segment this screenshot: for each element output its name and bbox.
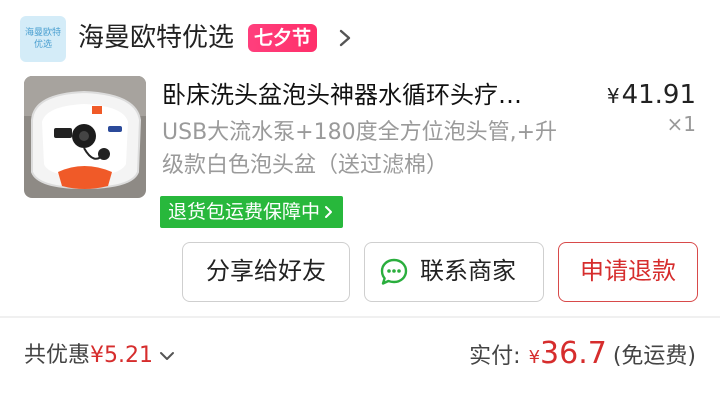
actual-amount: 36.7	[540, 336, 607, 371]
price-currency: ¥	[606, 84, 620, 108]
product-title[interactable]: 卧床洗头盆泡头神器水循环头疗…	[162, 78, 582, 112]
shop-name[interactable]: 海曼欧特优选	[78, 20, 234, 56]
chevron-right-icon	[325, 206, 333, 218]
discount-summary[interactable]: 共优惠¥5.21	[24, 338, 175, 374]
actual-label: 实付:	[469, 344, 521, 369]
product-quantity: ×1	[666, 112, 696, 136]
discount-amount: ¥5.21	[90, 343, 153, 368]
shipping-guarantee-badge[interactable]: 退货包运费保障中	[160, 196, 344, 228]
shipping-note: (免运费)	[612, 344, 696, 369]
actual-currency: ¥	[528, 347, 541, 368]
guarantee-label: 退货包运费保障中	[168, 201, 321, 223]
product-spec: USB大流水泵+180度全方位泡头管,+升级款白色泡头盆（送过滤棉）	[162, 120, 558, 178]
product-price: ¥41.91	[607, 78, 696, 113]
product-image	[24, 76, 146, 198]
share-button[interactable]: 分享给好友	[182, 242, 350, 302]
chevron-down-icon	[160, 352, 174, 360]
chat-bubble-icon	[380, 258, 408, 285]
contact-seller-label: 联系商家	[420, 257, 516, 285]
shop-logo-line1: 海曼欧特	[24, 28, 61, 38]
price-value: 41.91	[621, 80, 696, 110]
section-divider	[0, 316, 720, 318]
festival-badge: 七夕节	[248, 24, 318, 52]
request-refund-button[interactable]: 申请退款	[558, 242, 698, 302]
product-thumbnail[interactable]	[24, 76, 146, 198]
actual-payment: 实付: ¥36.7 (免运费)	[469, 334, 696, 378]
contact-seller-button[interactable]: 联系商家	[364, 242, 544, 302]
chevron-right-icon[interactable]	[334, 24, 356, 52]
shop-header[interactable]: 海曼欧特 优选 海曼欧特优选 七夕节	[0, 0, 720, 76]
discount-label: 共优惠	[24, 343, 91, 368]
shop-logo-line2: 优选	[33, 40, 52, 50]
shop-logo[interactable]: 海曼欧特 优选	[20, 16, 66, 62]
